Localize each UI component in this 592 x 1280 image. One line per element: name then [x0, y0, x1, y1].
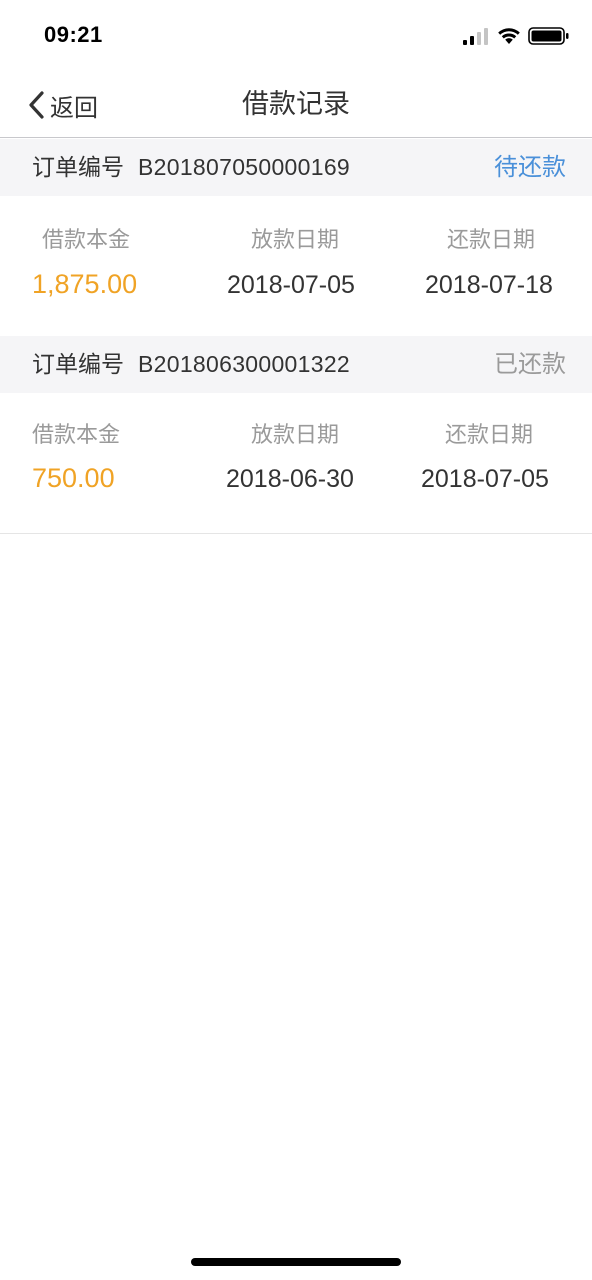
repay-date-label: 还款日期 [445, 422, 534, 447]
nav-bar: 借款记录 返回 [0, 72, 592, 138]
principal-field: 借款本金 750.00 [0, 393, 200, 533]
loan-record-card[interactable]: 订单编号 B201807050000169 待还款 借款本金 1,875.00 … [0, 139, 592, 336]
back-label: 返回 [50, 94, 98, 122]
repay-date-value: 2018-07-05 [421, 465, 549, 493]
list-divider [0, 533, 592, 534]
principal-field: 借款本金 1,875.00 [0, 196, 200, 336]
principal-amount: 1,875.00 [32, 269, 138, 299]
disburse-date-label: 放款日期 [251, 227, 340, 252]
repay-date-field: 还款日期 2018-07-05 [392, 393, 592, 533]
principal-label: 借款本金 [32, 422, 121, 447]
principal-label: 借款本金 [42, 227, 131, 252]
order-number-label: 订单编号 [32, 351, 124, 377]
loan-records-list: 订单编号 B201807050000169 待还款 借款本金 1,875.00 … [0, 139, 592, 534]
status-bar: 09:21 [0, 0, 592, 72]
battery-icon [528, 27, 569, 45]
order-number: B201806300001322 [138, 351, 351, 377]
home-indicator[interactable] [191, 1258, 401, 1266]
record-header: 订单编号 B201807050000169 待还款 [0, 139, 592, 196]
back-button[interactable]: 返回 [26, 86, 98, 124]
repay-date-value: 2018-07-18 [425, 271, 553, 299]
loan-record-card[interactable]: 订单编号 B201806300001322 已还款 借款本金 750.00 放款… [0, 336, 592, 534]
order-number-label: 订单编号 [32, 154, 124, 180]
record-header: 订单编号 B201806300001322 已还款 [0, 336, 592, 393]
order-number: B201807050000169 [138, 154, 351, 180]
chevron-left-icon [29, 91, 44, 119]
repay-date-label: 还款日期 [447, 227, 536, 252]
cellular-signal-icon [463, 28, 488, 45]
wifi-icon [498, 28, 520, 44]
record-body: 借款本金 1,875.00 放款日期 2018-07-05 还款日期 2018-… [0, 196, 592, 336]
status-time: 09:21 [44, 22, 103, 47]
status-badge: 已还款 [494, 351, 566, 378]
principal-amount: 750.00 [32, 463, 115, 493]
repay-date-field: 还款日期 2018-07-18 [392, 196, 592, 336]
status-badge: 待还款 [494, 154, 566, 181]
disburse-date-value: 2018-06-30 [226, 465, 354, 493]
disburse-date-field: 放款日期 2018-06-30 [200, 393, 392, 533]
disburse-date-value: 2018-07-05 [227, 271, 355, 299]
disburse-date-field: 放款日期 2018-07-05 [200, 196, 392, 336]
record-body: 借款本金 750.00 放款日期 2018-06-30 还款日期 2018-07… [0, 393, 592, 533]
disburse-date-label: 放款日期 [251, 422, 340, 447]
